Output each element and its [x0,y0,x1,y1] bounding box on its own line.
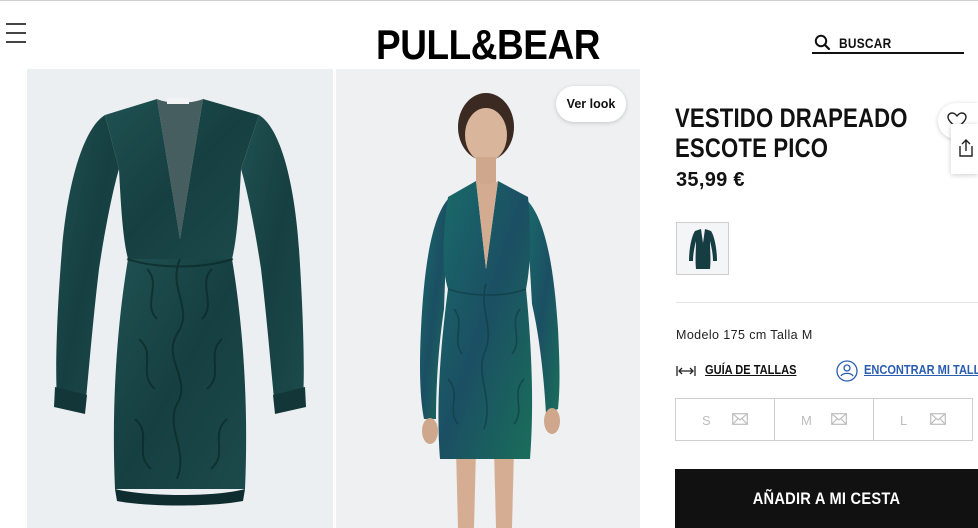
product-image-model[interactable] [336,69,640,528]
person-icon [836,360,858,382]
envelope-icon [930,413,946,425]
search-bar[interactable]: BUSCAR [812,34,964,54]
ver-look-button[interactable]: Ver look [556,86,626,122]
search-label: BUSCAR [839,35,892,51]
brand-logo[interactable]: PULL&BEAR [376,22,605,68]
add-to-cart-label: AÑADIR A MI CESTA [752,489,901,508]
product-title-line2: ESCOTE PICO [675,133,829,163]
ruler-icon [676,366,696,376]
envelope-icon [831,413,847,425]
size-option-m[interactable]: M [775,399,874,440]
swatch-dress-thumbnail [677,223,728,274]
model-size-info: Modelo 175 cm Talla M [676,328,813,342]
flat-dress-illustration [54,98,306,506]
size-label: S [702,413,711,428]
size-label: L [900,413,908,428]
hamburger-menu-icon[interactable] [6,22,26,44]
product-image-flat[interactable] [27,69,333,528]
size-label: M [801,413,812,428]
product-title: VESTIDO DRAPEADO ESCOTE PICO [675,103,908,163]
share-button[interactable] [951,124,978,174]
search-icon [814,34,831,51]
envelope-icon [732,413,748,425]
top-border [0,0,978,1]
color-swatch[interactable] [676,222,729,275]
size-option-l[interactable]: L [874,399,972,440]
find-my-size-label: ENCONTRAR MI TALLA [864,362,978,377]
product-title-line1: VESTIDO DRAPEADO [675,103,908,133]
section-divider [676,302,978,303]
product-price: 35,99 € [676,169,745,191]
model-dress-illustration [420,93,560,528]
size-option-s[interactable]: S [676,399,775,440]
size-guide-label: GUÍA DE TALLAS [705,362,797,377]
share-icon [959,139,973,157]
size-selector: S M L [675,398,973,441]
add-to-cart-button[interactable]: AÑADIR A MI CESTA [675,469,978,528]
